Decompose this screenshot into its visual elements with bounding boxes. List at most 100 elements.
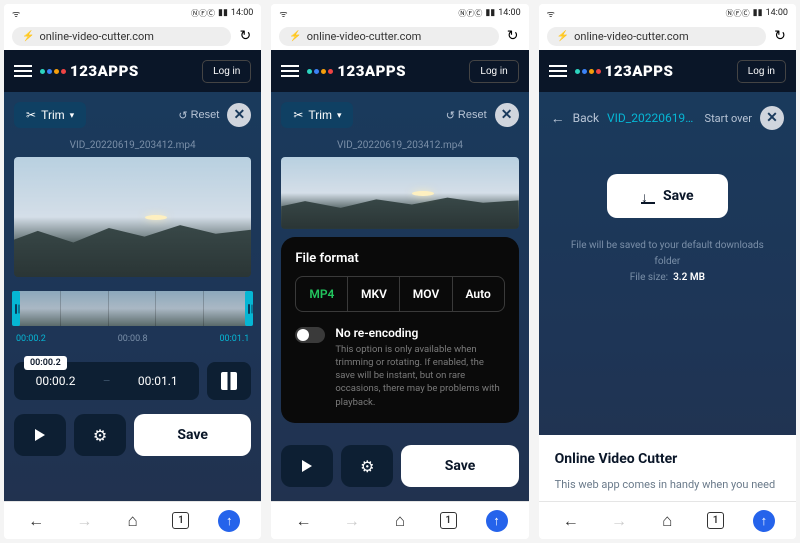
timeline-label-start: 00:00.2 — [16, 334, 46, 344]
file-format-panel: File format MP4 MKV MOV Auto No re-encod… — [281, 237, 518, 423]
login-button[interactable]: Log in — [737, 60, 786, 83]
back-row: ← Back VID_20220619_203412 Start over ✕ — [539, 92, 796, 144]
nav-tabs[interactable]: 1 — [704, 509, 728, 533]
nav-forward[interactable]: → — [340, 509, 364, 533]
app-header: 123APPS Log in — [539, 50, 796, 92]
chevron-down-icon: ▾ — [70, 110, 75, 121]
app-header: 123APPS Log in — [271, 50, 528, 92]
login-button[interactable]: Log in — [202, 60, 251, 83]
nav-up[interactable]: ↑ — [217, 509, 241, 533]
wifi-icon: ᯤ — [279, 7, 287, 20]
article-title: Online Video Cutter — [555, 451, 780, 467]
format-opt-mkv[interactable]: MKV — [348, 277, 400, 311]
save-button[interactable]: Save — [134, 414, 251, 456]
close-button[interactable]: ✕ — [227, 103, 251, 127]
nav-tabs[interactable]: 1 — [436, 509, 460, 533]
save-download-button[interactable]: Save — [607, 174, 728, 218]
play-button[interactable] — [14, 414, 66, 456]
nav-forward[interactable]: → — [72, 509, 96, 533]
undo-icon: ↺ — [446, 109, 455, 122]
wifi-icon: ᯤ — [12, 7, 20, 20]
phone-screen-2: ᯤ ⓃⒻⒸ ▮▮ 14:00 ⚡ online-video-cutter.com… — [271, 4, 528, 539]
brand-text: 123APPS — [605, 62, 674, 80]
hamburger-icon[interactable] — [549, 65, 567, 77]
trim-button[interactable]: ✂ Trim ▾ — [14, 102, 86, 128]
battery-icon: ▮▮ — [485, 8, 495, 18]
nav-back[interactable]: ← — [291, 509, 315, 533]
nav-home[interactable]: ⌂ — [388, 509, 412, 533]
nav-forward[interactable]: → — [607, 509, 631, 533]
nav-up[interactable]: ↑ — [752, 509, 776, 533]
save-info: File will be saved to your default downl… — [559, 238, 776, 286]
video-preview[interactable] — [281, 157, 518, 229]
back-label[interactable]: Back — [573, 111, 599, 125]
timeline[interactable] — [14, 291, 251, 326]
nav-tabs[interactable]: 1 — [169, 509, 193, 533]
refresh-icon[interactable]: ↻ — [237, 28, 253, 44]
refresh-icon[interactable]: ↻ — [505, 28, 521, 44]
nav-up[interactable]: ↑ — [485, 509, 509, 533]
settings-button[interactable]: ⚙ — [341, 445, 393, 487]
reset-button[interactable]: ↺ Reset — [178, 109, 219, 122]
format-opt-mp4[interactable]: MP4 — [296, 277, 348, 311]
logo[interactable]: 123APPS — [40, 62, 194, 80]
logo[interactable]: 123APPS — [307, 62, 461, 80]
scissors-icon: ✂ — [26, 108, 36, 122]
refresh-icon[interactable]: ↻ — [772, 28, 788, 44]
lightning-icon: ⚡ — [557, 31, 569, 42]
up-icon: ↑ — [486, 510, 508, 532]
nfc-icon: ⓃⒻⒸ — [458, 8, 482, 19]
trim-label: Trim — [41, 108, 65, 122]
video-preview[interactable] — [14, 157, 251, 277]
bottom-actions: ⚙ Save — [281, 445, 518, 487]
scissors-icon: ✂ — [293, 108, 303, 122]
format-opt-auto[interactable]: Auto — [453, 277, 504, 311]
logo[interactable]: 123APPS — [575, 62, 729, 80]
login-button[interactable]: Log in — [469, 60, 518, 83]
download-icon — [641, 189, 655, 203]
hamburger-icon[interactable] — [14, 65, 32, 77]
timeline-labels: 00:00.2 00:00.8 00:01.1 — [4, 330, 261, 348]
back-icon[interactable]: ← — [551, 110, 565, 127]
format-opt-mov[interactable]: MOV — [400, 277, 452, 311]
nav-back[interactable]: ← — [24, 509, 48, 533]
url-field[interactable]: ⚡ online-video-cutter.com — [12, 27, 231, 46]
hamburger-icon[interactable] — [281, 65, 299, 77]
no-reencoding-toggle[interactable] — [295, 327, 325, 343]
bottom-actions: ⚙ Save — [14, 414, 251, 456]
save-label: Save — [663, 188, 694, 204]
start-over-button[interactable]: Start over — [705, 112, 752, 125]
browser-url-bar: ⚡ online-video-cutter.com ↻ — [4, 22, 261, 50]
toolbar: ✂ Trim ▾ ↺ Reset ✕ — [4, 92, 261, 138]
chevron-down-icon: ▾ — [337, 110, 342, 121]
nav-home[interactable]: ⌂ — [121, 509, 145, 533]
settings-button[interactable]: ⚙ — [74, 414, 126, 456]
nav-back[interactable]: ← — [559, 509, 583, 533]
timeline-handle-end[interactable] — [245, 291, 253, 326]
phone-screen-3: ᯤ ⓃⒻⒸ ▮▮ 14:00 ⚡ online-video-cutter.com… — [539, 4, 796, 539]
start-time: 00:00.2 — [36, 374, 76, 388]
play-button[interactable] — [281, 445, 333, 487]
reset-label: Reset — [458, 109, 487, 121]
url-field[interactable]: ⚡ online-video-cutter.com — [547, 27, 766, 46]
save-button[interactable]: Save — [401, 445, 518, 487]
browser-nav: ← → ⌂ 1 ↑ — [4, 501, 261, 539]
close-button[interactable]: ✕ — [760, 106, 784, 130]
file-size-value: 3.2 MB — [673, 272, 705, 283]
battery-icon: ▮▮ — [753, 8, 763, 18]
timeline-time-badge: 00:00.2 — [24, 356, 67, 370]
app-content: ✂ Trim ▾ ↺ Reset ✕ VID_20220619_203412.m… — [4, 92, 261, 501]
reset-button[interactable]: ↺ Reset — [446, 109, 487, 122]
browser-url-bar: ⚡ online-video-cutter.com ↻ — [271, 22, 528, 50]
split-button[interactable] — [207, 362, 251, 400]
status-time: 14:00 — [766, 8, 788, 18]
nav-home[interactable]: ⌂ — [655, 509, 679, 533]
lightning-icon: ⚡ — [289, 31, 301, 42]
up-icon: ↑ — [753, 510, 775, 532]
timeline-handle-start[interactable] — [12, 291, 20, 326]
trim-button[interactable]: ✂ Trim ▾ — [281, 102, 353, 128]
url-field[interactable]: ⚡ online-video-cutter.com — [279, 27, 498, 46]
status-time: 14:00 — [231, 8, 253, 18]
url-text: online-video-cutter.com — [574, 30, 689, 43]
close-button[interactable]: ✕ — [495, 103, 519, 127]
